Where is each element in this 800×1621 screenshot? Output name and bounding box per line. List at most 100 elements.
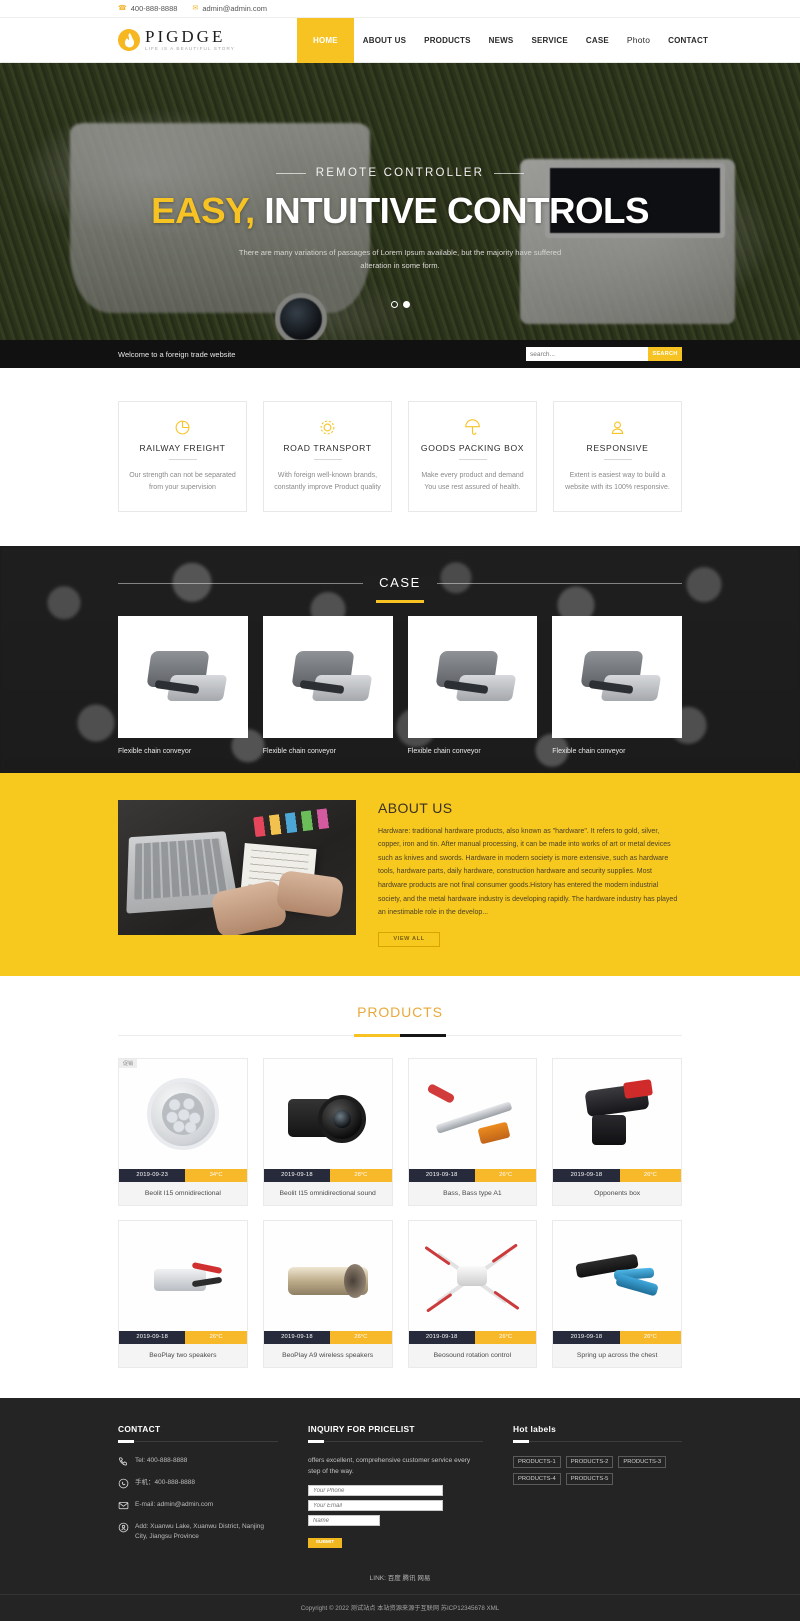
footer-copyright: Copyright © 2022 测试站点 本站资源来源于互联网 苏ICP123… xyxy=(0,1594,800,1621)
contact-text: Tel: 400-888-8888 xyxy=(135,1456,188,1464)
feature-card-road-transport[interactable]: ROAD TRANSPORT With foreign well-known b… xyxy=(263,401,392,512)
logo[interactable]: PIGDGE LIFE IS A BEAUTIFUL STORY xyxy=(118,28,235,52)
case-caption: Flexible chain conveyor xyxy=(407,747,481,755)
case-item[interactable]: Flexible chain conveyor xyxy=(262,615,393,755)
products-heading: PRODUCTS xyxy=(118,1004,682,1036)
nav-item-service[interactable]: SERVICE xyxy=(522,18,576,63)
nav-item-products[interactable]: PRODUCTS xyxy=(415,18,480,63)
view-all-button[interactable]: VIEW ALL xyxy=(378,931,440,947)
phone-field[interactable] xyxy=(308,1485,443,1497)
product-meta: 2019-09-18 26°C xyxy=(119,1330,247,1344)
product-card[interactable]: 2019-09-18 26°C BeoPlay two speakers xyxy=(118,1219,248,1368)
cordless-drill-photo xyxy=(553,1058,681,1169)
search-button[interactable]: SEARCH xyxy=(648,347,682,361)
case-title: CASE xyxy=(363,574,437,590)
desk-workspace-photo xyxy=(118,799,356,935)
product-temp: 26°C xyxy=(474,1330,537,1344)
logo-text: PIGDGE LIFE IS A BEAUTIFUL STORY xyxy=(145,28,235,52)
product-temp: 26°C xyxy=(185,1330,247,1344)
feature-card-responsive[interactable]: RESPONSIVE Extent is easiest way to buil… xyxy=(553,401,682,512)
case-item[interactable]: Flexible chain conveyor xyxy=(118,615,248,755)
submit-button[interactable]: SUBMIT xyxy=(308,1537,342,1548)
tag-products-2[interactable]: PRODUCTS-2 xyxy=(565,1455,614,1468)
location-pin-icon xyxy=(118,1522,129,1533)
nav-item-home[interactable]: HOME xyxy=(296,17,354,63)
product-card[interactable]: 2019-09-18 26°C BeoPlay A9 wireless spea… xyxy=(262,1219,393,1368)
case-item[interactable]: Flexible chain conveyor xyxy=(407,615,538,755)
promo-badge: 促销 xyxy=(119,1058,138,1068)
feature-card-railway-freight[interactable]: RAILWAY FREIGHT Our strength can not be … xyxy=(118,401,247,512)
hero-description: There are many variations of passages of… xyxy=(238,248,562,271)
site-header: PIGDGE LIFE IS A BEAUTIFUL STORY HOME AB… xyxy=(0,17,800,63)
tag-products-3[interactable]: PRODUCTS-3 xyxy=(618,1455,667,1468)
top-contact-bar: ☎ 400-888-8888 ✉ admin@admin.com xyxy=(0,0,800,18)
feature-title: ROAD TRANSPORT xyxy=(274,443,381,460)
product-temp: 26°C xyxy=(619,1330,681,1344)
pie-chart-icon xyxy=(129,419,236,436)
about-title: ABOUT US xyxy=(378,799,453,816)
nav-item-case[interactable]: CASE xyxy=(577,18,618,63)
footer-friend-links[interactable]: LINK: 百度 腾讯 网易 xyxy=(118,1552,682,1594)
product-title: Beolit I15 omnidirectional xyxy=(119,1181,247,1205)
product-title: Beolit I15 omnidirectional sound xyxy=(263,1181,392,1205)
feature-card-goods-packing-box[interactable]: GOODS PACKING BOX Make every product and… xyxy=(408,401,537,512)
product-card[interactable]: 2019-09-18 26°C Opponents box xyxy=(552,1057,682,1206)
nav-item-photo[interactable]: Photo xyxy=(618,18,659,63)
inquiry-description: offers excellent, comprehensive customer… xyxy=(308,1456,471,1475)
tag-products-1[interactable]: PRODUCTS-1 xyxy=(513,1455,561,1468)
nav-item-contact[interactable]: CONTACT xyxy=(659,18,717,63)
product-card[interactable]: 促销 2019-09-23 34°C Beolit I15 omnidirect… xyxy=(118,1057,248,1206)
nav-item-news[interactable]: NEWS xyxy=(480,18,523,63)
contact-line-email: E-mail: admin@admin.com xyxy=(118,1500,278,1511)
contact-line-address: Add: Xuanwu Lake, Xuanwu District, Nanji… xyxy=(118,1522,278,1542)
flame-logo-icon xyxy=(118,29,140,51)
mail-icon xyxy=(118,1500,129,1511)
product-card[interactable]: 2019-09-18 26°C Bass, Bass type A1 xyxy=(407,1057,538,1206)
product-title: Beosound rotation control xyxy=(408,1343,537,1367)
tag-products-4[interactable]: PRODUCTS-4 xyxy=(513,1472,561,1485)
top-email: admin@admin.com xyxy=(202,4,268,13)
brass-pipe-photo xyxy=(263,1220,392,1331)
product-title: BeoPlay A9 wireless speakers xyxy=(263,1343,392,1367)
product-card[interactable]: 2019-09-18 28°C Beolit I15 omnidirection… xyxy=(262,1057,393,1206)
product-meta: 2019-09-18 26°C xyxy=(408,1168,537,1182)
footer-contact-column: CONTACT Tel: 400-888-8888 手机：400-888-888… xyxy=(118,1424,278,1553)
case-grid: Flexible chain conveyor Flexible chain c… xyxy=(0,615,800,755)
email-field[interactable] xyxy=(308,1500,443,1512)
product-temp: 28°C xyxy=(330,1168,392,1182)
conveyor-art xyxy=(135,631,231,721)
search-input[interactable] xyxy=(526,347,648,361)
welcome-search-bar: Welcome to a foreign trade website SEARC… xyxy=(0,340,800,368)
crimping-tool-photo xyxy=(553,1220,681,1331)
case-item[interactable]: Flexible chain conveyor xyxy=(552,615,682,755)
whatsapp-icon xyxy=(118,1478,129,1489)
search-box: SEARCH xyxy=(526,347,682,361)
product-date: 2019-09-18 xyxy=(408,1168,475,1182)
footer-contact-heading: CONTACT xyxy=(118,1424,278,1443)
products-section: PRODUCTS 促销 2019-09-23 34°C Beolit I15 o… xyxy=(0,975,800,1398)
brand-tagline: LIFE IS A BEAUTIFUL STORY xyxy=(145,46,235,52)
product-meta: 2019-09-23 34°C xyxy=(119,1168,247,1182)
contact-text: Add: Xuanwu Lake, Xuanwu District, Nanji… xyxy=(135,1522,264,1540)
feature-text: Extent is easiest way to build a website… xyxy=(565,472,670,492)
product-card[interactable]: 2019-09-18 26°C Beosound rotation contro… xyxy=(407,1219,538,1368)
conveyor-art xyxy=(424,631,520,721)
feature-cards: RAILWAY FREIGHT Our strength can not be … xyxy=(0,368,800,546)
dslr-camera-photo xyxy=(263,1058,392,1169)
contact-text: 手机：400-888-8888 xyxy=(135,1478,195,1486)
slider-dot-1[interactable] xyxy=(390,301,398,308)
conveyor-art xyxy=(280,631,376,721)
contact-line-mobile: 手机：400-888-8888 xyxy=(118,1478,278,1489)
hero-slider-dots xyxy=(0,301,800,308)
product-date: 2019-09-18 xyxy=(263,1168,331,1182)
feature-text: With foreign well-known brands, constant… xyxy=(274,472,381,492)
product-temp: 26°C xyxy=(619,1168,681,1182)
hero-title-rest: INTUITIVE CONTROLS xyxy=(264,190,649,231)
slider-dot-2[interactable] xyxy=(402,301,410,308)
product-card[interactable]: 2019-09-18 26°C Spring up across the che… xyxy=(552,1219,682,1368)
tag-products-5[interactable]: PRODUCTS-5 xyxy=(565,1472,614,1485)
name-field[interactable] xyxy=(308,1515,380,1527)
nav-item-about-us[interactable]: ABOUT US xyxy=(354,18,415,63)
case-caption: Flexible chain conveyor xyxy=(262,747,336,755)
case-section: CASE Flexible chain conveyor Flexible ch… xyxy=(0,545,800,773)
